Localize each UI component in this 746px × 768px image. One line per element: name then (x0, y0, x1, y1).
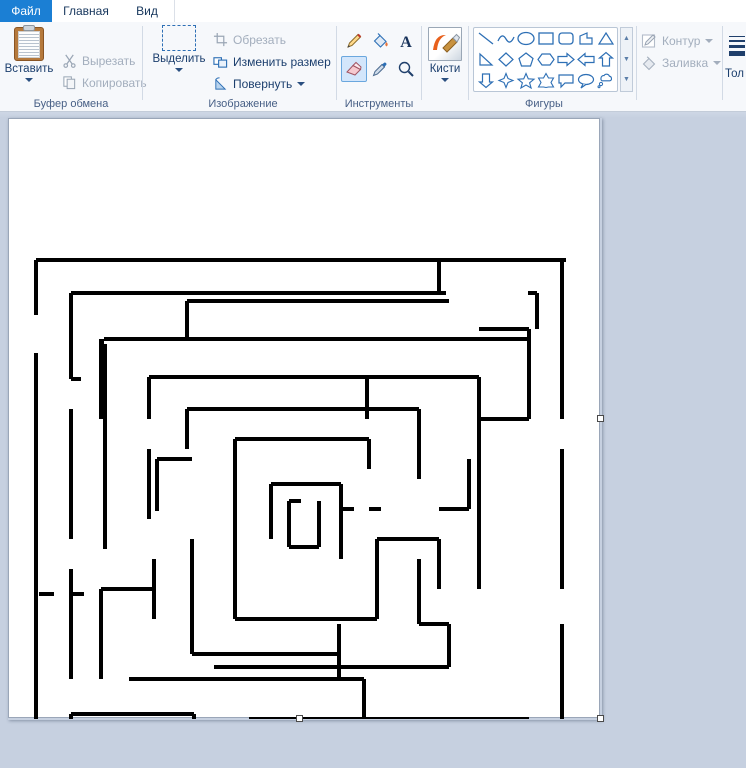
shapes-scroll-down-button[interactable]: ▼ (621, 49, 632, 70)
tool-eraser[interactable] (341, 56, 367, 82)
crop-label: Обрезать (233, 32, 286, 47)
outline-button[interactable]: Контур (641, 30, 714, 51)
scissors-icon (63, 54, 76, 68)
shape-rounded-callout[interactable] (555, 71, 577, 90)
tab-file[interactable]: Файл (0, 0, 52, 22)
brushes-button[interactable]: Кисти (416, 27, 474, 82)
select-button[interactable]: Выделить (150, 25, 208, 72)
tab-view[interactable]: Вид (120, 0, 174, 22)
group-tools-label: Инструменты (344, 98, 414, 110)
fill-button[interactable]: Заливка (641, 52, 722, 73)
rotate-button[interactable]: Повернуть (213, 73, 306, 94)
shape-diamond[interactable] (495, 50, 517, 69)
eraser-icon (346, 61, 362, 76)
shape-oval[interactable] (515, 29, 537, 48)
cut-button[interactable]: Вырезать (62, 50, 135, 71)
group-clipboard-label: Буфер обмена (33, 98, 109, 110)
chevron-down-icon[interactable] (25, 78, 33, 82)
group-image-label: Изображение (208, 98, 278, 110)
brushes-label: Кисти (429, 63, 461, 75)
magnifier-icon (398, 61, 414, 77)
paint-can-icon (642, 55, 656, 70)
line-thickness-icon[interactable] (729, 36, 745, 56)
rotate-label: Повернуть (233, 76, 293, 91)
group-thickness: Тол (723, 22, 746, 112)
chevron-down-icon[interactable] (713, 60, 722, 65)
chevron-down-icon[interactable] (175, 68, 183, 72)
pencil-outline-icon (641, 33, 656, 48)
shape-six-point-star[interactable] (535, 71, 557, 90)
paste-label: Вставить (4, 63, 54, 75)
shape-hexagon[interactable] (535, 50, 557, 69)
color-picker-icon (372, 62, 387, 77)
maze-drawing (34, 258, 566, 719)
paintbrush-icon (428, 27, 462, 61)
shape-up-arrow[interactable] (595, 50, 617, 69)
tool-color-picker[interactable] (367, 56, 393, 82)
outline-label: Контур (662, 33, 701, 48)
shape-curve[interactable] (495, 29, 517, 48)
shapes-more-button[interactable]: ▼ (621, 70, 632, 91)
pencil-icon (347, 33, 362, 48)
shape-right-triangle[interactable] (475, 50, 497, 69)
chevron-down-icon[interactable] (297, 81, 306, 86)
group-tools: A Инструменты (337, 22, 421, 112)
group-shapes-label: Фигуры (525, 98, 563, 110)
shape-polygon[interactable] (575, 29, 597, 48)
tab-bar-filler (174, 0, 746, 22)
paste-button[interactable]: Вставить (0, 25, 58, 82)
tool-pencil[interactable] (341, 28, 367, 54)
shape-down-arrow[interactable] (475, 71, 497, 90)
shape-four-point-star[interactable] (495, 71, 517, 90)
group-shapes: ▲ ▼ ▼ Фигуры (469, 22, 636, 112)
select-label: Выделить (152, 53, 206, 65)
shape-right-arrow[interactable] (555, 50, 577, 69)
shape-triangle[interactable] (595, 29, 617, 48)
shape-rectangle[interactable] (535, 29, 557, 48)
ribbon-tab-bar: Файл Главная Вид (0, 0, 746, 22)
shape-five-point-star[interactable] (515, 71, 537, 90)
chevron-down-icon[interactable] (705, 38, 714, 43)
canvas-handle-right-middle[interactable] (597, 415, 604, 422)
rotate-icon (215, 77, 227, 90)
shapes-scrollbar[interactable]: ▲ ▼ ▼ (620, 27, 633, 92)
resize-label: Изменить размер (233, 54, 331, 69)
clipboard-icon (14, 25, 44, 61)
shapes-scroll-up-button[interactable]: ▲ (621, 28, 632, 49)
shape-oval-callout[interactable] (575, 71, 597, 90)
paint-window: Файл Главная Вид Вставить Вырезать Копир… (0, 0, 746, 768)
thickness-label: Тол (725, 68, 744, 80)
canvas-work-area (0, 118, 746, 768)
group-styles: Контур Заливка (637, 22, 722, 112)
tool-fill[interactable] (367, 28, 393, 54)
crop-icon (213, 32, 228, 47)
resize-icon (213, 57, 228, 68)
canvas-handle-bottom-right[interactable] (597, 715, 604, 722)
canvas-handle-bottom-center[interactable] (296, 715, 303, 722)
svg-text:A: A (400, 34, 412, 50)
group-brushes: Кисти (422, 22, 468, 112)
copy-icon (63, 76, 76, 90)
copy-button[interactable]: Копировать (62, 72, 147, 93)
cut-label: Вырезать (82, 53, 136, 68)
fill-bucket-icon (373, 33, 388, 48)
copy-label: Копировать (82, 75, 147, 90)
group-clipboard: Вставить Вырезать Копировать Буфер обмен (0, 22, 147, 112)
dashed-rectangle-icon (162, 25, 196, 51)
fill-label: Заливка (662, 55, 709, 70)
tab-home[interactable]: Главная (52, 0, 120, 22)
shapes-gallery[interactable] (473, 27, 618, 92)
group-image: Выделить Обрезать Изменить размер Поверн… (143, 22, 343, 112)
chevron-down-icon[interactable] (441, 78, 449, 82)
shape-pentagon[interactable] (515, 50, 537, 69)
shape-line[interactable] (475, 29, 497, 48)
drawing-canvas[interactable] (8, 118, 600, 719)
ribbon: Вставить Вырезать Копировать Буфер обмен (0, 22, 746, 112)
shape-cloud-callout[interactable] (595, 71, 617, 90)
shape-rounded-rectangle[interactable] (555, 29, 577, 48)
crop-button[interactable]: Обрезать (213, 29, 286, 50)
shape-left-arrow[interactable] (575, 50, 597, 69)
resize-button[interactable]: Изменить размер (213, 51, 331, 72)
text-icon: A (400, 34, 412, 50)
